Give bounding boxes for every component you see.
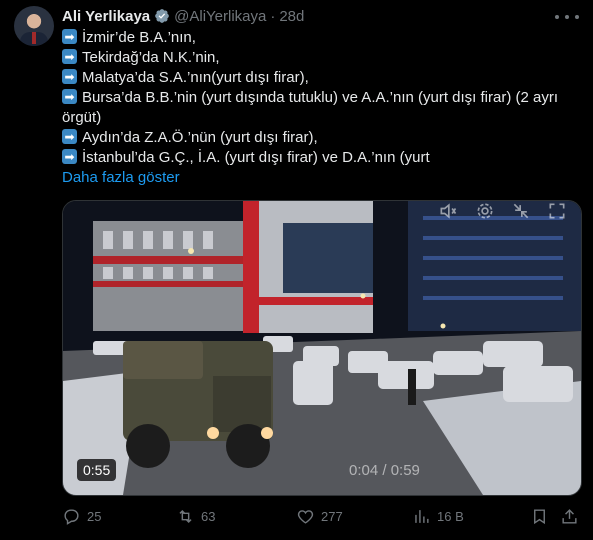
fullscreen-icon[interactable]	[547, 201, 567, 221]
tweet-card[interactable]: Ali Yerlikaya @AliYerlikaya · 28d İzmir’…	[0, 0, 593, 540]
arrow-right-icon	[62, 67, 77, 87]
settings-icon[interactable]	[475, 201, 495, 221]
reply-icon	[64, 508, 79, 525]
author-name[interactable]: Ali Yerlikaya	[62, 8, 150, 25]
reply-button[interactable]: 25	[62, 506, 101, 526]
avatar-tie	[32, 32, 36, 44]
duration-badge: 0:55	[77, 459, 117, 481]
arrow-right-icon	[62, 47, 77, 67]
arrow-right-icon	[62, 27, 77, 47]
more-icon[interactable]	[555, 10, 579, 24]
bookmark-icon	[534, 508, 545, 524]
video-player[interactable]: 0:55 0:04 / 0:59	[62, 200, 582, 496]
repost-button[interactable]: 63	[176, 506, 215, 526]
share-icon	[562, 508, 577, 524]
share-button[interactable]	[560, 506, 579, 526]
tweet-header: Ali Yerlikaya @AliYerlikaya · 28d	[62, 6, 304, 26]
views-icon	[415, 509, 429, 523]
mute-icon[interactable]	[438, 201, 458, 221]
video-time: 0:04 / 0:59	[349, 462, 420, 479]
minimize-icon[interactable]	[511, 201, 531, 221]
arrow-right-icon	[62, 147, 77, 167]
reply-count: 25	[87, 508, 102, 524]
verified-badge-icon	[155, 9, 169, 23]
video-frame	[63, 201, 581, 495]
action-bar: 25 63 277 16 B	[62, 506, 582, 526]
arrow-right-icon	[62, 127, 77, 147]
repost-count: 63	[201, 508, 216, 524]
show-more-link[interactable]: Daha fazla göster	[62, 169, 180, 186]
tweet-line: Aydın’da Z.A.Ö.’nün (yurt dışı firar),	[62, 127, 577, 148]
like-icon	[297, 509, 314, 524]
repost-icon	[179, 509, 192, 523]
author-handle[interactable]: @AliYerlikaya	[174, 8, 266, 25]
arrow-right-icon	[62, 87, 77, 107]
views-button[interactable]: 16 B	[412, 506, 464, 526]
tweet-line: İzmir’de B.A.’nın,	[62, 27, 577, 48]
tweet-text: İzmir’de B.A.’nın, Tekirdağ’da N.K.’nin,…	[62, 27, 577, 168]
view-count: 16 B	[437, 508, 464, 524]
tweet-line: İstanbul’da G.Ç., İ.A. (yurt dışı firar)…	[62, 147, 577, 168]
tweet-time[interactable]: 28d	[279, 8, 304, 25]
tweet-line: Bursa’da B.B.’nin (yurt dışında tutuklu)…	[62, 87, 577, 128]
bookmark-button[interactable]	[530, 506, 549, 526]
tweet-line: Tekirdağ’da N.K.’nin,	[62, 47, 577, 68]
separator-dot: ·	[270, 7, 276, 25]
like-button[interactable]: 277	[296, 506, 343, 526]
like-count: 277	[321, 508, 343, 524]
tweet-line: Malatya’da S.A.’nın(yurt dışı firar),	[62, 67, 577, 88]
author-avatar[interactable]	[14, 6, 54, 46]
